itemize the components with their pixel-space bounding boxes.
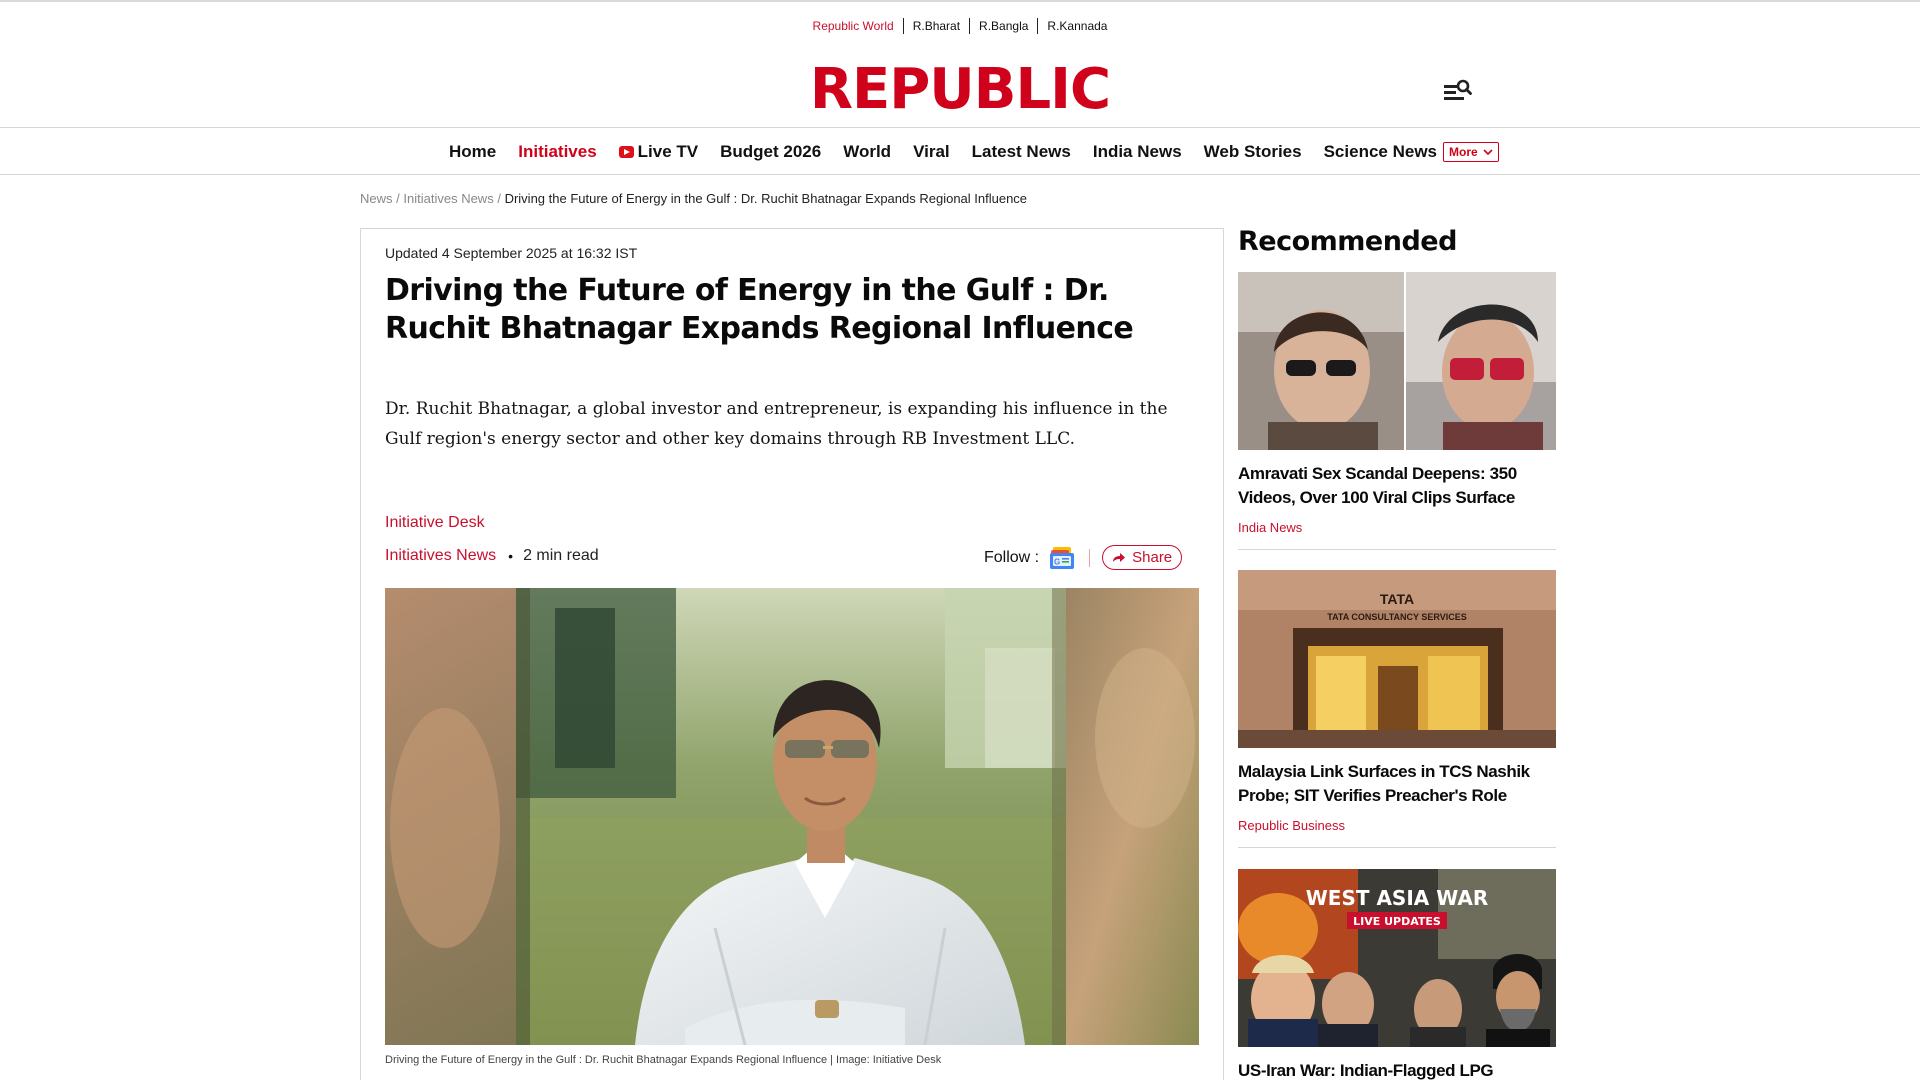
svg-text:G: G xyxy=(1054,557,1060,566)
recommended-card[interactable]: WEST ASIA WAR LIVE UPDATES US-Iran War: … xyxy=(1238,869,1556,1080)
thumb-banner-west-asia-war: WEST ASIA WAR xyxy=(1306,886,1489,910)
network-link-republic-world[interactable]: Republic World xyxy=(804,18,903,34)
article-meta: Initiatives News • 2 min read xyxy=(385,547,599,565)
thumb-sign-tata: TATA xyxy=(1380,591,1414,607)
google-news-icon[interactable]: G xyxy=(1049,546,1075,570)
article-summary: Dr. Ruchit Bhatnagar, a global investor … xyxy=(385,399,1168,449)
card-divider xyxy=(1238,549,1556,550)
network-link-r-bharat[interactable]: R.Bharat xyxy=(902,18,969,34)
nav-live-tv[interactable]: Live TV xyxy=(618,142,699,162)
breadcrumb-current: Driving the Future of Energy in the Gulf… xyxy=(504,191,1028,206)
recommended-thumbnail[interactable]: TATA TATA CONSULTANCY SERVICES xyxy=(1238,570,1556,748)
network-links: Republic World R.Bharat R.Bangla R.Kanna… xyxy=(0,18,1920,34)
share-arrow-icon xyxy=(1113,553,1126,562)
follow-label: Follow : xyxy=(984,548,1040,566)
network-link-r-kannada[interactable]: R.Kannada xyxy=(1037,18,1116,34)
share-label: Share xyxy=(1132,549,1173,566)
recommended-thumbnail[interactable] xyxy=(1238,272,1556,450)
nav-science-news[interactable]: Science News xyxy=(1324,142,1437,162)
recommended-card[interactable]: TATA TATA CONSULTANCY SERVICES Malaysia … xyxy=(1238,570,1556,848)
nav-web-stories[interactable]: Web Stories xyxy=(1204,142,1302,162)
nav-viral[interactable]: Viral xyxy=(913,142,950,162)
article-card: Updated 4 September 2025 at 16:32 IST Dr… xyxy=(360,228,1224,1080)
nav-home[interactable]: Home xyxy=(449,142,496,162)
live-tv-icon xyxy=(618,146,634,158)
card-divider xyxy=(1238,847,1556,848)
meta-dot: • xyxy=(508,548,514,564)
recommended-category[interactable]: Republic Business xyxy=(1238,818,1556,833)
recommended-thumbnail[interactable]: WEST ASIA WAR LIVE UPDATES xyxy=(1238,869,1556,1047)
article-headline: Driving the Future of Energy in the Gulf… xyxy=(385,273,1134,346)
author-link[interactable]: Initiative Desk xyxy=(385,514,485,532)
nav-latest-news[interactable]: Latest News xyxy=(972,142,1071,162)
nav-world[interactable]: World xyxy=(843,142,891,162)
breadcrumb-separator: / xyxy=(497,191,501,206)
nav-live-tv-label: Live TV xyxy=(637,142,699,161)
category-link[interactable]: Initiatives News xyxy=(385,547,496,565)
breadcrumb-initiatives-news[interactable]: Initiatives News xyxy=(403,191,493,206)
recommended-title[interactable]: US-Iran War: Indian-Flagged LPG xyxy=(1238,1059,1556,1080)
nav-initiatives[interactable]: Initiatives xyxy=(518,142,596,162)
recommended-card[interactable]: Amravati Sex Scandal Deepens: 350 Videos… xyxy=(1238,272,1556,550)
more-menu-label: More xyxy=(1449,145,1478,159)
main-nav-bar: Home Initiatives Live TV Budget 2026 Wor… xyxy=(0,127,1920,175)
recommended-title[interactable]: Malaysia Link Surfaces in TCS Nashik Pro… xyxy=(1238,760,1556,808)
share-button[interactable]: Share xyxy=(1102,545,1183,570)
menu-search-icon[interactable] xyxy=(1444,78,1474,104)
hero-image xyxy=(385,588,1199,1045)
follow-divider xyxy=(1089,548,1091,567)
thumb-badge-live-updates: LIVE UPDATES xyxy=(1353,915,1441,928)
network-link-r-bangla[interactable]: R.Bangla xyxy=(969,18,1037,34)
updated-timestamp: Updated 4 September 2025 at 16:32 IST xyxy=(385,245,638,261)
breadcrumb-separator: / xyxy=(396,191,400,206)
recommended-category[interactable]: India News xyxy=(1238,520,1556,535)
recommended-title[interactable]: Amravati Sex Scandal Deepens: 350 Videos… xyxy=(1238,462,1556,510)
recommended-heading: Recommended xyxy=(1238,226,1457,257)
image-caption: Driving the Future of Energy in the Gulf… xyxy=(385,1054,942,1066)
top-rule xyxy=(0,0,1920,2)
follow-share-bar: Follow : G Share xyxy=(984,545,1183,570)
thumb-sign-tcs: TATA CONSULTANCY SERVICES xyxy=(1327,612,1467,622)
more-menu-button[interactable]: More xyxy=(1443,142,1499,162)
nav-india-news[interactable]: India News xyxy=(1093,142,1182,162)
recommended-sidebar: Recommended Amravati Sex Scandal Deepens… xyxy=(1238,224,1556,1080)
main-nav: Home Initiatives Live TV Budget 2026 Wor… xyxy=(449,128,1499,176)
chevron-down-icon xyxy=(1483,149,1493,156)
nav-budget-2026[interactable]: Budget 2026 xyxy=(720,142,821,162)
breadcrumb-news[interactable]: News xyxy=(360,191,393,206)
read-time: 2 min read xyxy=(523,547,599,564)
site-logo-text: REPUBLIC xyxy=(809,57,1111,122)
breadcrumb: News / Initiatives News / Driving the Fu… xyxy=(360,191,1027,206)
site-logo[interactable]: REPUBLIC xyxy=(0,60,1920,120)
